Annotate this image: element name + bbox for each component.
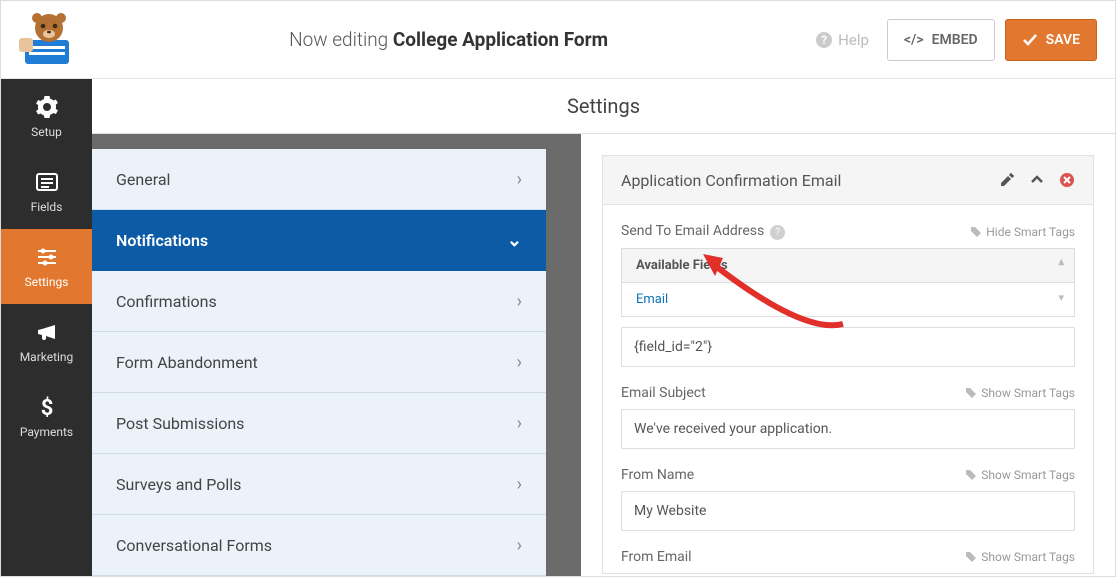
sidebar-item-surveys[interactable]: Surveys and Polls› [92,454,546,515]
help-icon[interactable]: ? [770,225,785,240]
gear-icon [35,95,59,119]
show-smart-tags-fromemail[interactable]: Show Smart Tags [965,550,1075,564]
tag-icon [965,387,977,399]
editing-title: Now editing College Application Form [99,28,798,51]
svg-text:$: $ [40,396,53,419]
embed-button[interactable]: </> EMBED [887,19,995,61]
content-title: Settings [92,79,1115,134]
tag-icon [965,469,977,481]
chevron-right-icon: › [517,352,522,373]
send-to-input[interactable] [621,327,1075,367]
nav-setup[interactable]: Setup [1,79,92,154]
top-bar: Now editing College Application Form ? H… [1,1,1115,79]
save-button[interactable]: SAVE [1005,19,1097,61]
nav-payments[interactable]: $ Payments [1,379,92,454]
check-icon [1022,32,1038,48]
hide-smart-tags[interactable]: Hide Smart Tags [970,225,1075,239]
chevron-right-icon: › [517,474,522,495]
settings-sidebar: General› Notifications⌄ Confirmations› F… [92,134,546,576]
content: Settings General› Notifications⌄ Confirm… [92,79,1115,576]
edit-icon[interactable] [999,172,1015,188]
tag-icon [965,551,977,563]
app-logo [19,10,79,70]
tag-icon [970,226,982,238]
collapse-icon[interactable] [1029,172,1045,188]
sidebar-item-conversational[interactable]: Conversational Forms› [92,515,546,576]
main-area: Setup Fields Settings Marketing $ Paymen… [1,79,1115,576]
sidebar-item-form-abandonment[interactable]: Form Abandonment› [92,332,546,393]
chevron-down-icon: ⌄ [507,230,522,251]
available-field-email[interactable]: Email [622,283,1074,316]
subject-label: Email Subject [621,385,706,401]
list-icon [35,170,59,194]
show-smart-tags-fromname[interactable]: Show Smart Tags [965,468,1075,482]
sidebar-item-post-submissions[interactable]: Post Submissions› [92,393,546,454]
notification-card: Application Confirmation Email Send To E… [602,155,1094,574]
card-header: Application Confirmation Email [603,156,1093,205]
chevron-right-icon: › [517,413,522,434]
sidebar-item-confirmations[interactable]: Confirmations› [92,271,546,332]
code-icon: </> [904,32,924,48]
subject-input[interactable] [621,409,1075,449]
chevron-right-icon: › [517,535,522,556]
chevron-right-icon: › [517,291,522,312]
nav-marketing[interactable]: Marketing [1,304,92,379]
available-fields-box: Available Fields Email [621,248,1075,317]
dollar-icon: $ [35,395,59,419]
from-email-label: From Email [621,549,692,565]
sliders-icon [35,245,59,269]
help-icon: ? [816,32,832,48]
show-smart-tags-subject[interactable]: Show Smart Tags [965,386,1075,400]
from-name-input[interactable] [621,491,1075,531]
chevron-right-icon: › [517,169,522,190]
send-to-label: Send To Email Address? [621,223,785,240]
nav-fields[interactable]: Fields [1,154,92,229]
megaphone-icon [35,320,59,344]
nav-settings[interactable]: Settings [1,229,92,304]
help-link[interactable]: ? Help [816,31,869,49]
sidebar-item-general[interactable]: General› [92,149,546,210]
sidebar-item-notifications[interactable]: Notifications⌄ [92,210,546,271]
nav-rail: Setup Fields Settings Marketing $ Paymen… [1,79,92,576]
from-name-label: From Name [621,467,694,483]
delete-icon[interactable] [1059,172,1075,188]
right-panel: Application Confirmation Email Send To E… [581,134,1115,576]
available-fields-header: Available Fields [622,249,1074,283]
